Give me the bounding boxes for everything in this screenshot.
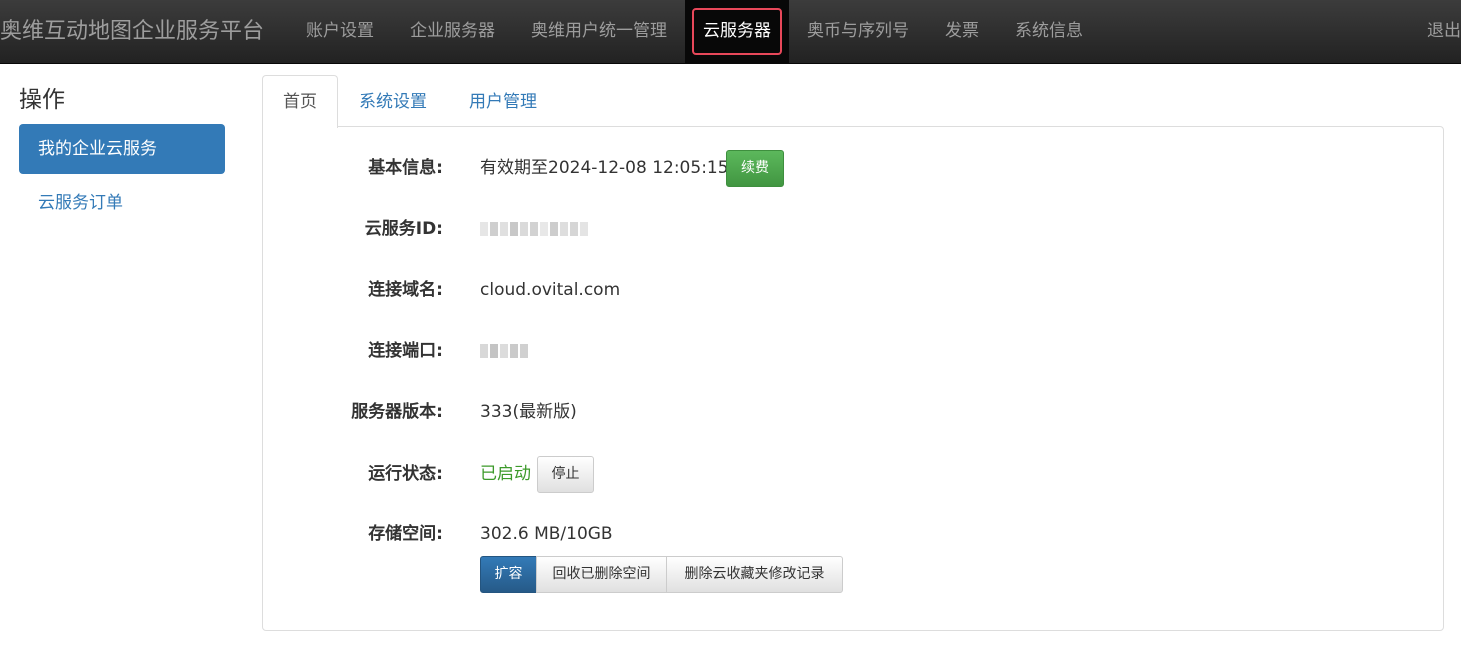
port-row: 连接端口: — [263, 331, 1443, 371]
port-redacted — [480, 344, 528, 358]
tab-user-management[interactable]: 用户管理 — [448, 75, 558, 127]
stop-button[interactable]: 停止 — [537, 456, 594, 493]
storage-label: 存储空间: — [368, 524, 443, 544]
logout-link[interactable]: 退出 — [1427, 0, 1461, 63]
expiry-value: 有效期至2024-12-08 12:05:15 — [480, 158, 729, 178]
top-navbar: 奥维互动地图企业服务平台 账户设置 企业服务器 奥维用户统一管理 云服务器 奥币… — [0, 0, 1461, 64]
sidebar: 操作 我的企业云服务 云服务订单 — [19, 76, 225, 232]
sidebar-title: 操作 — [19, 87, 65, 113]
delete-favorites-history-button[interactable]: 删除云收藏夹修改记录 — [666, 556, 843, 593]
domain-label: 连接域名: — [368, 280, 443, 300]
brand-title[interactable]: 奥维互动地图企业服务平台 — [0, 17, 264, 47]
reclaim-space-button[interactable]: 回收已删除空间 — [536, 556, 667, 593]
tab-system-settings[interactable]: 系统设置 — [338, 75, 448, 127]
nav-item-system-info[interactable]: 系统信息 — [997, 0, 1101, 63]
port-label: 连接端口: — [368, 341, 443, 361]
cloud-id-row: 云服务ID: — [263, 209, 1443, 249]
sidebar-item-cloud-orders[interactable]: 云服务订单 — [19, 178, 225, 228]
storage-value: 302.6 MB/10GB — [480, 524, 613, 544]
status-row: 运行状态: 已启动 — [263, 454, 1443, 494]
version-row: 服务器版本: 333(最新版) — [263, 392, 1443, 432]
cloud-id-redacted — [480, 222, 588, 236]
storage-row: 存储空间: 302.6 MB/10GB — [263, 514, 1443, 554]
active-highlight-box — [692, 8, 782, 55]
expand-button[interactable]: 扩容 — [480, 556, 537, 593]
cloud-id-label: 云服务ID: — [364, 219, 443, 239]
status-value: 已启动 — [480, 464, 531, 484]
cloud-service-panel: 基本信息: 有效期至2024-12-08 12:05:15 续费 云服务ID: … — [262, 126, 1444, 631]
nav-item-account-settings[interactable]: 账户设置 — [288, 0, 392, 63]
domain-value: cloud.ovital.com — [480, 280, 621, 300]
domain-row: 连接域名: cloud.ovital.com — [263, 270, 1443, 310]
nav-item-cloud-server[interactable]: 云服务器 — [685, 0, 789, 63]
tab-bar: 首页 系统设置 用户管理 — [262, 75, 558, 128]
version-label: 服务器版本: — [351, 402, 443, 422]
nav-item-coins-serials[interactable]: 奥币与序列号 — [789, 0, 927, 63]
tab-home[interactable]: 首页 — [262, 75, 338, 128]
nav-item-invoice[interactable]: 发票 — [927, 0, 997, 63]
basic-info-row: 基本信息: 有效期至2024-12-08 12:05:15 — [263, 148, 1443, 188]
renew-button[interactable]: 续费 — [726, 150, 784, 187]
basic-info-label: 基本信息: — [368, 158, 443, 178]
status-label: 运行状态: — [368, 464, 443, 484]
storage-button-group: 扩容 回收已删除空间 删除云收藏夹修改记录 — [480, 556, 843, 593]
nav-menu: 账户设置 企业服务器 奥维用户统一管理 云服务器 奥币与序列号 发票 系统信息 — [288, 0, 1101, 63]
nav-item-enterprise-server[interactable]: 企业服务器 — [392, 0, 513, 63]
nav-item-user-management[interactable]: 奥维用户统一管理 — [513, 0, 685, 63]
sidebar-item-my-cloud-service[interactable]: 我的企业云服务 — [19, 124, 225, 174]
version-value: 333(最新版) — [480, 402, 577, 422]
